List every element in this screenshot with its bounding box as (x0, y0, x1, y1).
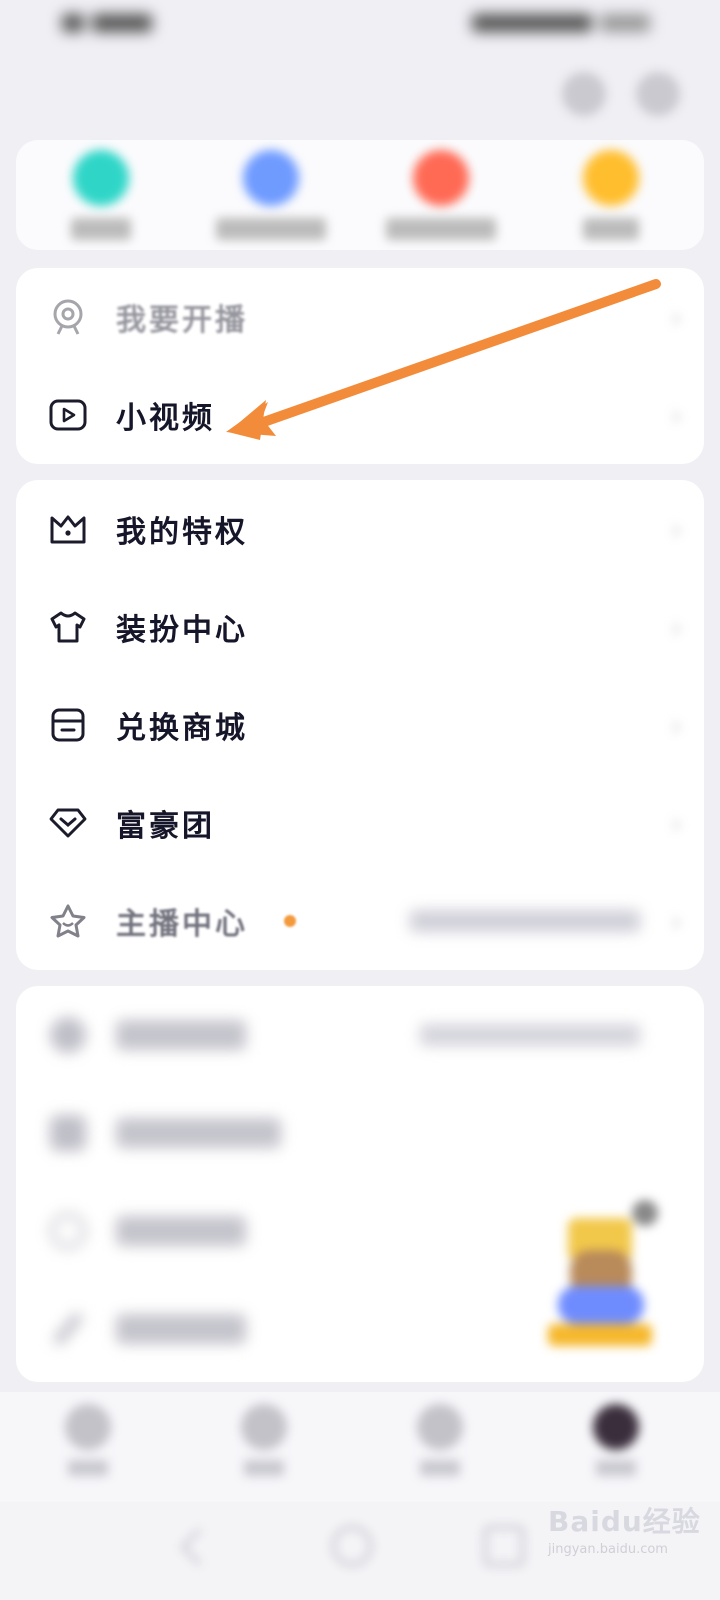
back-button[interactable] (180, 1528, 218, 1566)
row-my-privileges[interactable]: 我的特权 › (16, 480, 704, 578)
quick-label-3 (386, 218, 496, 240)
nav-home-label (68, 1460, 108, 1476)
chevron-right-icon: › (670, 512, 682, 546)
signal-icon (62, 14, 84, 32)
row-exchange-mall[interactable]: 兑换商城 › (16, 676, 704, 774)
row-short-video[interactable]: 小视频 › (16, 366, 704, 464)
blurred-label-1 (116, 1020, 246, 1050)
mascot-banner (548, 1324, 652, 1346)
status-bar (0, 0, 720, 52)
home-icon (65, 1404, 111, 1450)
diamond-icon (48, 803, 88, 843)
quick-label-4 (583, 218, 639, 240)
row-rich-group[interactable]: 富豪团 › (16, 774, 704, 872)
nav-home[interactable] (38, 1404, 138, 1476)
red-app-icon (413, 150, 469, 206)
row-host-center[interactable]: 主播中心 › (16, 872, 704, 970)
tshirt-icon (48, 607, 88, 647)
quick-actions-card (16, 140, 704, 250)
chevron-right-icon: › (670, 904, 682, 938)
blurred-label-4 (116, 1314, 246, 1344)
nav-message-label (420, 1460, 460, 1476)
row-dressup-center[interactable]: 装扮中心 › (16, 578, 704, 676)
row-go-live[interactable]: 我要开播 › (16, 268, 704, 366)
nav-discover-label (244, 1460, 284, 1476)
live-video-card: 我要开播 › 小视频 › (16, 268, 704, 464)
exchange-mall-label: 兑换商城 (116, 711, 248, 746)
webcam-icon (48, 297, 88, 337)
floating-mascot[interactable] (548, 1200, 658, 1360)
yellow-app-icon (583, 150, 639, 206)
quick-action-3[interactable] (356, 150, 526, 240)
baidu-watermark: Baidu经验 jingyan.baidu.com (548, 1500, 708, 1560)
home-button[interactable] (332, 1526, 372, 1566)
battery-icon (472, 14, 592, 32)
my-privileges-label: 我的特权 (116, 515, 248, 550)
blurred-label-2 (116, 1118, 281, 1148)
nav-me[interactable] (566, 1404, 666, 1476)
row-blurred-1[interactable] (16, 986, 704, 1084)
quick-action-1[interactable] (16, 150, 186, 240)
quick-label-2 (216, 218, 326, 240)
message-icon (417, 1404, 463, 1450)
quick-label-1 (71, 218, 131, 240)
quick-action-2[interactable] (186, 150, 356, 240)
blurred-subtitle-1 (420, 1024, 640, 1046)
square-icon (48, 1113, 88, 1153)
info-icon (48, 1211, 88, 1251)
teal-app-icon (73, 150, 129, 206)
close-icon[interactable] (632, 1200, 658, 1226)
chevron-right-icon: › (670, 708, 682, 742)
crown-icon (48, 509, 88, 549)
mascot-body (558, 1286, 644, 1324)
settings-icon[interactable] (636, 72, 680, 116)
star-icon (48, 901, 88, 941)
recents-button[interactable] (484, 1526, 524, 1566)
rich-group-label: 富豪团 (116, 809, 215, 844)
status-right-icons (472, 14, 650, 32)
store-icon (48, 705, 88, 745)
short-video-label: 小视频 (116, 401, 215, 436)
chevron-right-icon: › (670, 398, 682, 432)
dressup-center-label: 装扮中心 (116, 613, 248, 648)
bottom-nav (0, 1392, 720, 1502)
headset-icon[interactable] (562, 72, 606, 116)
chevron-right-icon: › (670, 806, 682, 840)
nav-message[interactable] (390, 1404, 490, 1476)
avatar-icon (593, 1404, 639, 1450)
go-live-label: 我要开播 (116, 303, 248, 338)
watermark-main: Baidu经验 (548, 1505, 701, 1538)
nav-discover[interactable] (214, 1404, 314, 1476)
discover-icon (241, 1404, 287, 1450)
clock-icon (600, 14, 650, 32)
chevron-right-icon: › (670, 610, 682, 644)
nav-me-label (596, 1460, 636, 1476)
new-badge-dot (284, 915, 296, 927)
circle-icon (48, 1015, 88, 1055)
watermark-sub: jingyan.baidu.com (548, 1542, 668, 1557)
pen-icon (48, 1309, 88, 1349)
blurred-label-3 (116, 1216, 246, 1246)
network-icon (92, 14, 152, 32)
video-play-icon (48, 395, 88, 435)
host-center-label: 主播中心 (116, 907, 248, 942)
host-center-subtitle (410, 910, 640, 932)
quick-action-4[interactable] (526, 150, 696, 240)
privileges-card: 我的特权 › 装扮中心 › 兑换商城 › 富豪团 › 主播中心 › (16, 480, 704, 970)
chevron-right-icon: › (670, 300, 682, 334)
row-blurred-2[interactable] (16, 1084, 704, 1182)
status-left-icons (62, 14, 152, 32)
blue-app-icon (243, 150, 299, 206)
